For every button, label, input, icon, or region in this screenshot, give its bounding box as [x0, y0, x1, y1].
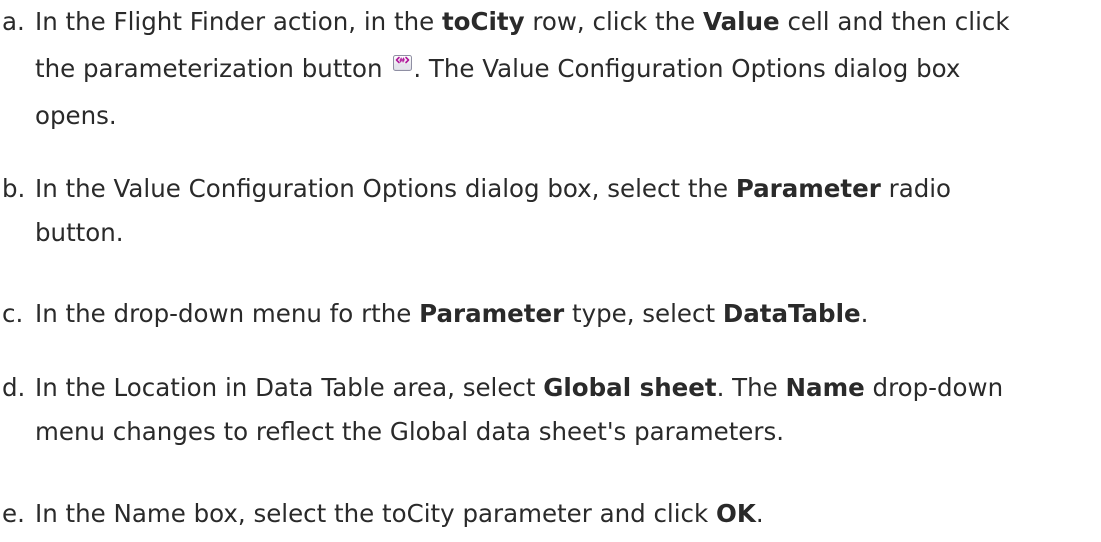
- ui-term-datatable: DataTable: [722, 299, 861, 328]
- step-line: In the Flight Finder action, in the toCi…: [35, 7, 1010, 36]
- step-line: In the Value Configuration Options dialo…: [35, 174, 952, 203]
- ui-term-value: Value: [703, 7, 780, 36]
- step-line: In the drop-down menu fo rthe Parameter …: [35, 299, 869, 328]
- ui-term-global-sheet: Global sheet: [543, 373, 717, 402]
- step-a: a. In the Flight Finder action, in the t…: [2, 0, 1010, 138]
- step-b: b. In the Value Configuration Options di…: [2, 167, 951, 255]
- ui-term-ok: OK: [716, 499, 756, 528]
- step-marker: b.: [2, 174, 26, 203]
- step-c: c. In the drop-down menu fo rthe Paramet…: [2, 292, 868, 336]
- step-line: In the Name box, select the toCity param…: [35, 499, 764, 528]
- step-line: button.: [35, 218, 124, 247]
- step-marker: d.: [2, 373, 26, 402]
- parameterization-icon: [393, 55, 413, 71]
- step-line: the parameterization button . The Value …: [35, 54, 961, 83]
- ui-term-name: Name: [785, 373, 865, 402]
- step-d: d. In the Location in Data Table area, s…: [2, 366, 1003, 454]
- step-marker: c.: [2, 299, 24, 328]
- step-line: In the Location in Data Table area, sele…: [35, 373, 1004, 402]
- ui-term-tocity: toCity: [441, 7, 525, 36]
- step-line: menu changes to reflect the Global data …: [35, 417, 784, 446]
- ui-term-parameter: Parameter: [735, 174, 881, 203]
- step-marker: a.: [2, 7, 25, 36]
- ui-term-parameter: Parameter: [419, 299, 565, 328]
- step-marker: e.: [2, 499, 25, 528]
- step-line: opens.: [35, 101, 117, 130]
- step-e: e. In the Name box, select the toCity pa…: [2, 492, 764, 536]
